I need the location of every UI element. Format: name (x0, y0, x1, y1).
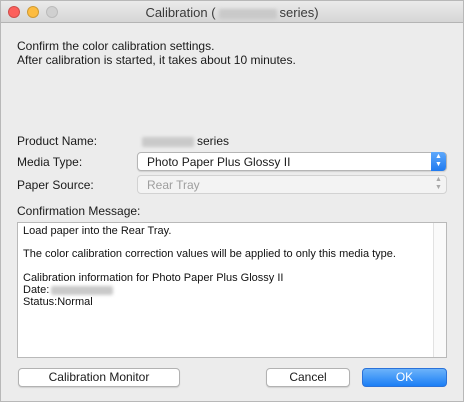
product-name-value: series (142, 134, 229, 148)
confirmation-message-label: Confirmation Message: (17, 204, 141, 218)
up-down-chevron-icon: ▲ ▼ (435, 176, 442, 191)
product-name-label: Product Name: (17, 134, 98, 148)
redacted-date (51, 285, 114, 295)
message-status-line: Status:Normal (23, 296, 93, 308)
title-bar: Calibration ( series) (1, 1, 463, 23)
window-title: Calibration ( series) (1, 5, 463, 20)
message-scrollbar[interactable] (433, 223, 446, 357)
intro-text: Confirm the color calibration settings. … (17, 39, 296, 67)
message-line-3: Calibration information for Photo Paper … (23, 272, 284, 284)
intro-line-2: After calibration is started, it takes a… (17, 53, 296, 67)
message-line-1: Load paper into the Rear Tray. (23, 225, 172, 237)
paper-source-value: Rear Tray (147, 178, 200, 192)
window-title-suffix: series) (279, 5, 319, 20)
redacted-product-model (142, 136, 194, 147)
intro-line-1: Confirm the color calibration settings. (17, 39, 215, 53)
window-title-prefix: Calibration ( (145, 5, 216, 20)
media-type-value: Photo Paper Plus Glossy II (147, 155, 291, 169)
confirmation-message-box[interactable]: Load paper into the Rear Tray. The color… (17, 222, 447, 358)
up-down-chevron-icon: ▲ ▼ (431, 152, 446, 171)
paper-source-select: Rear Tray ▲ ▼ (137, 175, 447, 194)
redacted-model-name (218, 8, 277, 19)
calibration-dialog: Calibration ( series) Confirm the color c… (0, 0, 464, 402)
media-type-label: Media Type: (17, 155, 83, 169)
message-line-2: The color calibration correction values … (23, 248, 396, 260)
ok-button[interactable]: OK (362, 368, 447, 387)
calibration-monitor-button[interactable]: Calibration Monitor (18, 368, 180, 387)
paper-source-label: Paper Source: (17, 178, 94, 192)
product-name-suffix: series (197, 134, 230, 148)
message-date-line: Date: (23, 284, 114, 296)
cancel-button[interactable]: Cancel (266, 368, 350, 387)
media-type-select[interactable]: Photo Paper Plus Glossy II ▲ ▼ (137, 152, 447, 171)
message-date-label: Date: (23, 284, 50, 296)
